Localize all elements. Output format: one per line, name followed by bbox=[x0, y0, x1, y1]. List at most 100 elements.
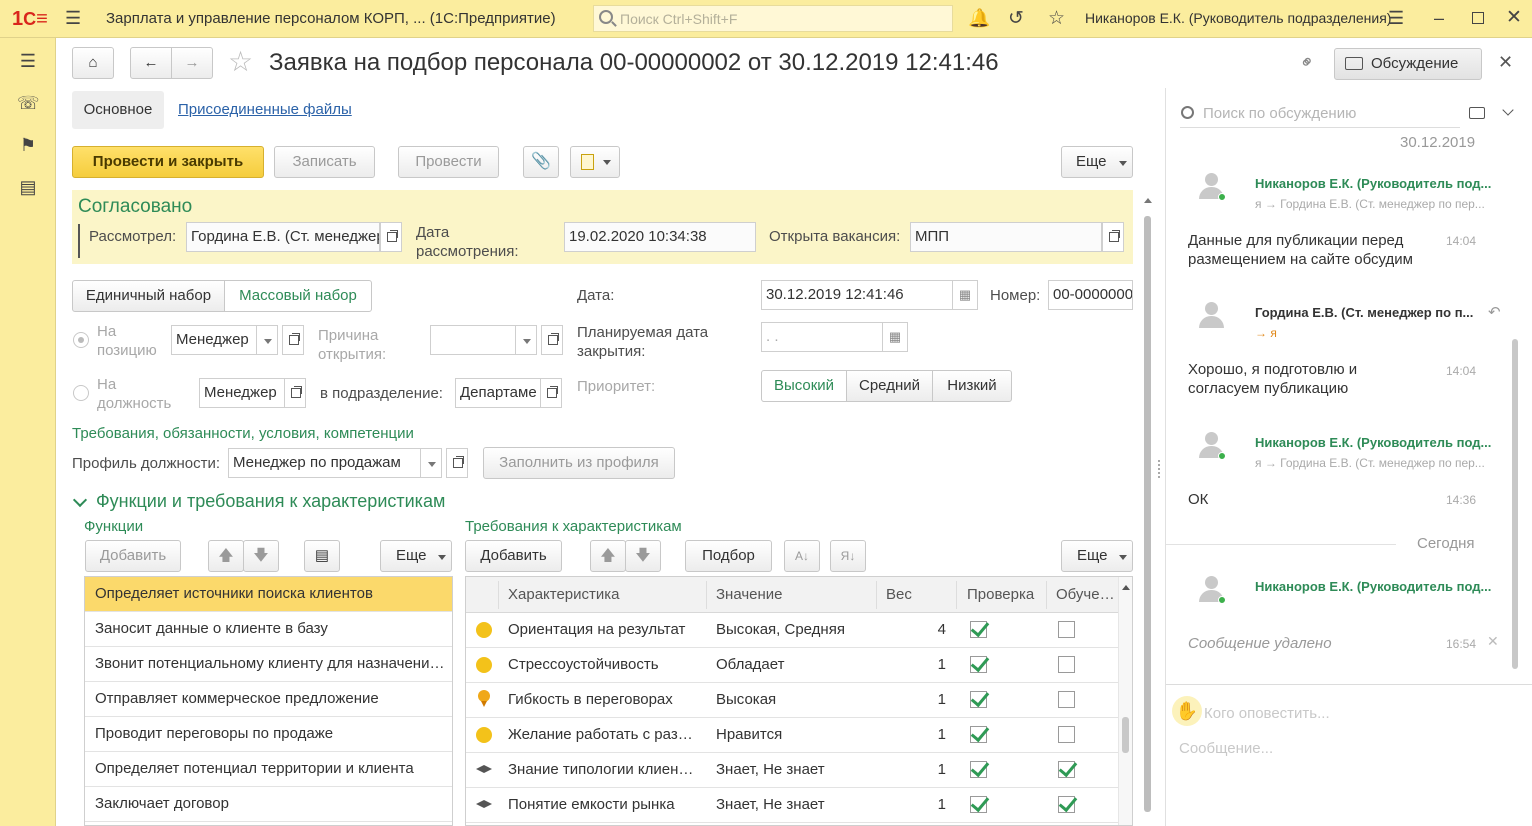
check-checkbox[interactable] bbox=[970, 656, 987, 673]
check-checkbox[interactable] bbox=[970, 761, 987, 778]
table-row[interactable]: Знание типологии клиентов Знает, Не знает… bbox=[466, 753, 1118, 788]
sort-ascending-icon[interactable]: A↓ bbox=[784, 540, 820, 572]
list-item[interactable]: Заносит данные о клиенте в базу bbox=[85, 612, 452, 647]
1c-logo-icon[interactable]: 1C≡ bbox=[12, 7, 52, 31]
column-header-training[interactable]: Обучение bbox=[1056, 586, 1118, 603]
column-header-check[interactable]: Проверка bbox=[967, 586, 1047, 603]
fill-from-profile-button[interactable]: Заполнить из профиля bbox=[483, 447, 675, 479]
department-field[interactable]: Департаме bbox=[455, 378, 541, 408]
delete-icon[interactable]: ✕ bbox=[1487, 633, 1499, 650]
table-row[interactable]: Желание работать с разными людьми Нравитс… bbox=[466, 718, 1118, 753]
list-item[interactable]: Отправляет коммерческое предложение bbox=[85, 682, 452, 717]
training-checkbox[interactable] bbox=[1058, 656, 1075, 673]
training-checkbox[interactable] bbox=[1058, 621, 1075, 638]
link-icon[interactable]: ⚭ bbox=[1295, 50, 1321, 76]
table-scrollbar[interactable] bbox=[1118, 577, 1132, 825]
training-checkbox[interactable] bbox=[1058, 761, 1075, 778]
job-open-icon[interactable] bbox=[284, 378, 306, 408]
calendar-icon[interactable]: ▦ bbox=[952, 280, 978, 310]
global-search-input[interactable]: Поиск Ctrl+Shift+F bbox=[593, 5, 953, 32]
notify-input[interactable]: Кого оповестить... bbox=[1204, 705, 1330, 722]
review-date-field[interactable]: 19.02.2020 10:34:38 bbox=[564, 222, 756, 252]
menu-icon[interactable]: ☰ bbox=[17, 50, 39, 72]
check-checkbox[interactable] bbox=[970, 691, 987, 708]
notifications-icon[interactable]: 🔔 bbox=[968, 8, 990, 29]
profile-dropdown-icon[interactable] bbox=[420, 448, 442, 478]
sort-descending-icon[interactable]: Я↓ bbox=[830, 540, 866, 572]
planned-close-field[interactable]: . . bbox=[761, 322, 883, 352]
vacancy-field[interactable]: МПП bbox=[910, 222, 1102, 252]
form-scrollbar[interactable] bbox=[1142, 196, 1154, 816]
close-window-icon[interactable]: ✕ bbox=[1506, 6, 1522, 29]
discussion-search-input[interactable]: Поиск по обсуждению bbox=[1180, 102, 1460, 128]
user-name[interactable]: Никаноров Е.К. (Руководитель подразделен… bbox=[1085, 10, 1391, 26]
pick-button[interactable]: Подбор bbox=[685, 540, 772, 572]
list-item[interactable]: Проводит переговоры по продаже bbox=[85, 717, 452, 752]
post-button[interactable]: Провести bbox=[398, 146, 499, 178]
chevron-down-icon[interactable] bbox=[1502, 104, 1514, 116]
message-author[interactable]: Никаноров Е.К. (Руководитель под... bbox=[1255, 435, 1505, 450]
date-field[interactable]: 30.12.2019 12:41:46 bbox=[761, 280, 953, 310]
save-button[interactable]: Записать bbox=[274, 146, 375, 178]
move-up-icon[interactable]: 🡅 bbox=[590, 540, 626, 572]
favorites-icon[interactable]: ☆ bbox=[1048, 7, 1065, 30]
reviewer-open-icon[interactable] bbox=[380, 222, 402, 252]
training-checkbox[interactable] bbox=[1058, 796, 1075, 813]
functions-more-button[interactable]: Еще bbox=[380, 540, 452, 572]
requirements-add-button[interactable]: Добавить bbox=[465, 540, 562, 572]
splitter-handle[interactable] bbox=[1158, 460, 1162, 478]
job-radio[interactable] bbox=[73, 385, 89, 401]
table-row[interactable]: Гибкость в переговорах Высокая 1 bbox=[466, 683, 1118, 718]
check-checkbox[interactable] bbox=[970, 621, 987, 638]
functions-list-icon[interactable]: ▤ bbox=[304, 540, 340, 572]
reviewer-field[interactable]: Гордина Е.В. (Ст. менеджер bbox=[186, 222, 380, 252]
attach-file-button[interactable]: 📎 bbox=[523, 146, 559, 178]
requirements-more-button[interactable]: Еще bbox=[1061, 540, 1133, 572]
message-author[interactable]: Никаноров Е.К. (Руководитель под... bbox=[1255, 579, 1505, 594]
minimize-icon[interactable]: – bbox=[1434, 8, 1444, 29]
settings-menu-icon[interactable]: ☰ bbox=[1388, 8, 1404, 29]
main-menu-icon[interactable]: ☰ bbox=[65, 9, 83, 27]
video-call-icon[interactable] bbox=[1469, 107, 1485, 119]
job-field[interactable]: Менеджер bbox=[199, 378, 285, 408]
education-icon[interactable]: ⚑ bbox=[17, 134, 39, 156]
history-icon[interactable]: ↺ bbox=[1008, 7, 1024, 30]
more-button[interactable]: Еще bbox=[1061, 146, 1133, 178]
calendar-icon[interactable]: ▦ bbox=[882, 322, 908, 352]
back-button[interactable]: ← bbox=[130, 47, 172, 79]
department-open-icon[interactable] bbox=[540, 378, 562, 408]
list-item[interactable]: Определяет потенциал территории и клиент… bbox=[85, 752, 452, 787]
column-header-weight[interactable]: Вес bbox=[886, 586, 946, 603]
scroll-up-icon[interactable] bbox=[1122, 585, 1130, 590]
list-item[interactable]: Определяет источники поиска клиентов bbox=[85, 577, 452, 612]
move-down-icon[interactable]: 🡇 bbox=[625, 540, 661, 572]
print-menu-button[interactable] bbox=[570, 146, 620, 178]
training-checkbox[interactable] bbox=[1058, 691, 1075, 708]
priority-high[interactable]: Высокий bbox=[761, 370, 847, 402]
message-author[interactable]: Гордина Е.В. (Ст. менеджер по п... bbox=[1255, 305, 1483, 320]
vacancy-open-icon[interactable] bbox=[1102, 222, 1124, 252]
priority-low[interactable]: Низкий bbox=[932, 370, 1012, 402]
tab-main[interactable]: Основное bbox=[72, 91, 164, 129]
single-hiring-toggle[interactable]: Единичный набор bbox=[72, 280, 225, 312]
reason-dropdown-icon[interactable] bbox=[515, 325, 537, 355]
reply-icon[interactable]: ↶ bbox=[1488, 303, 1501, 321]
check-checkbox[interactable] bbox=[970, 726, 987, 743]
home-button[interactable]: ⌂ bbox=[72, 47, 114, 79]
tab-attached-files[interactable]: Присоединенные файлы bbox=[178, 101, 352, 118]
scroll-thumb[interactable] bbox=[1144, 216, 1151, 812]
collapse-chevron-icon[interactable] bbox=[72, 492, 88, 508]
table-row[interactable]: Стрессоустойчивость Обладает 1 bbox=[466, 648, 1118, 683]
scroll-thumb[interactable] bbox=[1122, 717, 1129, 753]
message-input[interactable]: Сообщение... bbox=[1179, 740, 1273, 757]
training-checkbox[interactable] bbox=[1058, 726, 1075, 743]
position-field[interactable]: Менеджер bbox=[171, 325, 257, 355]
favorite-star-icon[interactable]: ☆ bbox=[228, 45, 253, 78]
phone-icon[interactable]: ☏ bbox=[17, 92, 40, 114]
chat-scrollbar[interactable] bbox=[1510, 144, 1520, 674]
number-field[interactable]: 00-0000000 bbox=[1048, 280, 1133, 310]
forward-button[interactable]: → bbox=[171, 47, 213, 79]
maximize-icon[interactable] bbox=[1472, 12, 1484, 24]
close-form-icon[interactable]: ✕ bbox=[1498, 52, 1513, 73]
table-row[interactable]: Ориентация на результат Высокая, Средняя 4 bbox=[466, 613, 1118, 648]
